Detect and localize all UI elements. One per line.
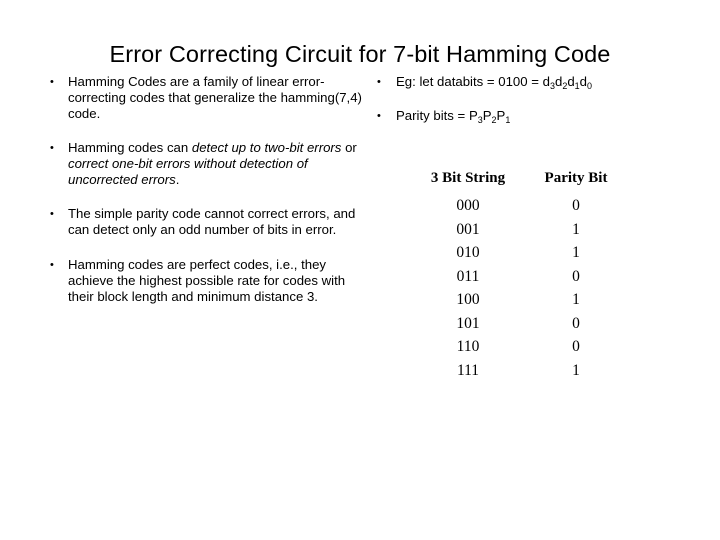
table-header-row: 3 Bit String Parity Bit [412, 170, 628, 194]
cell-parity-bit: 1 [572, 220, 580, 238]
subscripted-symbol: d2 [554, 74, 568, 91]
plain-text: Hamming codes can [68, 139, 192, 155]
table-row: 111 1 [412, 359, 628, 383]
parity-table-head: 3 Bit String Parity Bit [412, 170, 628, 194]
list-item: Hamming codes are perfect codes, i.e., t… [46, 257, 366, 306]
cell-bit-string: 101 [456, 314, 480, 332]
subscript: 3 [477, 114, 483, 125]
subscript: 1 [505, 114, 511, 125]
column-header-bit-string: 3 Bit String [430, 170, 506, 186]
right-content-column: Eg: let databits = 0100 = d3d2d1d0 Parit… [372, 74, 702, 142]
table-row: 110 0 [412, 335, 628, 359]
subscripted-symbol: d0 [579, 74, 593, 91]
cell-bit-string: 000 [456, 197, 480, 214]
subscript: 3 [549, 80, 555, 91]
plain-text: The simple parity code cannot correct er… [68, 206, 356, 238]
list-item: Hamming Codes are a family of linear err… [46, 74, 366, 123]
cell-parity-bit: 0 [572, 338, 580, 355]
table-row: 101 0 [412, 312, 628, 336]
emphasized-text: detect up to two-bit errors [191, 139, 342, 155]
cell-parity-bit: 1 [572, 291, 580, 308]
subscripted-symbol: P2 [482, 108, 497, 125]
page-title: Error Correcting Circuit for 7-bit Hammi… [109, 40, 611, 67]
cell-parity-bit: 0 [572, 314, 580, 332]
table-row: 001 1 [412, 218, 628, 242]
plain-text: Hamming Codes are a family of linear err… [68, 74, 362, 122]
cell-bit-string: 110 [456, 338, 480, 355]
subscripted-symbol: P3 [468, 108, 483, 125]
list-item: The simple parity code cannot correct er… [46, 206, 366, 238]
list-item: Hamming codes can detect up to two-bit e… [46, 140, 366, 189]
cell-parity-bit: 1 [572, 244, 580, 261]
subscript: 2 [562, 80, 568, 91]
parity-table-body: 000 0 001 1 010 1 011 0 100 1 101 0 110 0 111 1 [412, 194, 628, 382]
cell-bit-string: 001 [456, 220, 480, 238]
subscript: 2 [491, 114, 497, 125]
parity-table-container: 3 Bit String Parity Bit 000 0 001 1 010 1 011 0… [412, 170, 642, 382]
table-row: 011 0 [412, 265, 628, 289]
plain-text: Parity bits = [396, 108, 469, 124]
parity-table: 3 Bit String Parity Bit 000 0 001 1 010 1 011 0… [412, 170, 628, 382]
left-content-column: Hamming Codes are a family of linear err… [46, 74, 366, 321]
cell-bit-string: 010 [456, 244, 480, 261]
table-row: 000 0 [412, 194, 628, 218]
list-item: Eg: let databits = 0100 = d3d2d1d0 [372, 74, 702, 90]
cell-bit-string: 011 [456, 267, 480, 285]
emphasized-text: correct one-bit errors without detection… [68, 155, 308, 188]
cell-bit-string: 100 [456, 291, 480, 308]
plain-text: . [175, 172, 180, 188]
subscript: 1 [574, 80, 580, 91]
cell-parity-bit: 1 [572, 361, 580, 379]
list-item: Parity bits = P3P2P1 [372, 108, 702, 124]
table-row: 010 1 [412, 241, 628, 265]
cell-parity-bit: 0 [572, 197, 580, 214]
subscripted-symbol: d1 [567, 74, 580, 91]
plain-text: Eg: let databits = 0100 = [396, 74, 543, 89]
plain-text: or [341, 139, 357, 155]
cell-parity-bit: 0 [572, 267, 580, 285]
slide: Error Correcting Circuit for 7-bit Hammi… [0, 0, 720, 540]
column-header-parity-bit: Parity Bit [544, 170, 608, 186]
table-row: 100 1 [412, 288, 628, 312]
subscripted-symbol: P1 [496, 108, 511, 125]
subscripted-symbol: d3 [542, 74, 555, 91]
subscript: 0 [587, 80, 593, 91]
cell-bit-string: 111 [456, 361, 480, 379]
plain-text: Hamming codes are perfect codes, i.e., t… [68, 256, 346, 305]
